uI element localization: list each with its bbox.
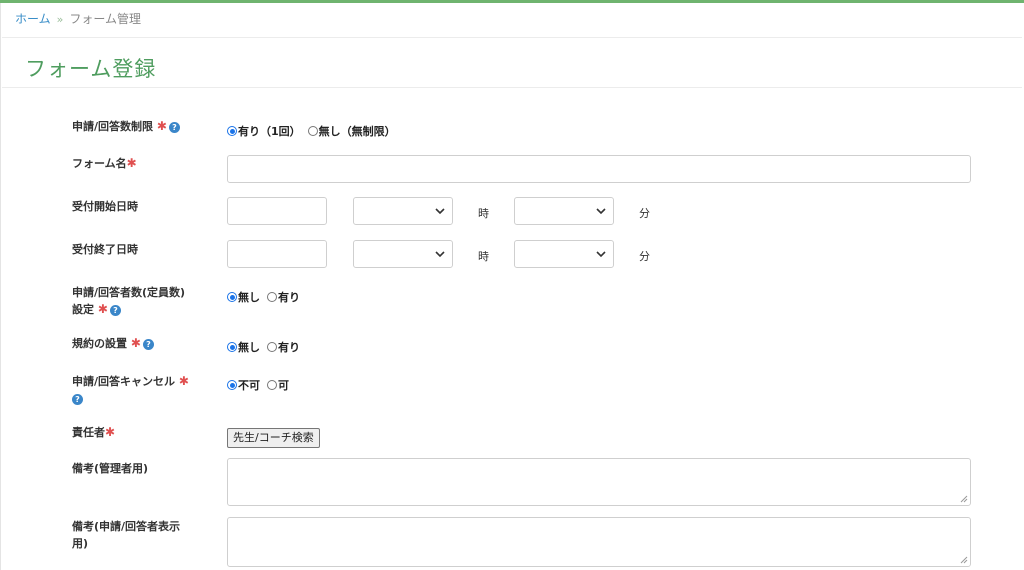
chevron-down-icon: [596, 208, 606, 215]
cancel-option-yes[interactable]: 可: [267, 377, 289, 393]
radio-selected-icon[interactable]: [227, 380, 237, 390]
end-hour-unit: 時: [478, 250, 489, 263]
start-minute-select[interactable]: [514, 197, 614, 225]
capacity-option-yes[interactable]: 有り: [267, 289, 300, 305]
required-icon: ✱: [105, 425, 116, 439]
capacity-option-none[interactable]: 無し: [227, 289, 260, 305]
form-page: ホーム » フォーム管理 フォーム登録 申請/回答数制限 ✱? 有り（1回） 無し（…: [0, 3, 1022, 570]
help-icon[interactable]: ?: [142, 339, 154, 350]
radio-unselected-icon[interactable]: [267, 292, 277, 302]
terms-label-text: 規約の設置: [72, 337, 127, 350]
start-date-input[interactable]: [227, 197, 327, 225]
note-admin-label: 備考(管理者用): [72, 462, 149, 475]
teacher-coach-search-button[interactable]: 先生/コーチ検索: [227, 428, 320, 448]
terms-option-yes-label: 有り: [278, 341, 300, 354]
terms-option-none-label: 無し: [238, 341, 260, 354]
capacity-label-line2: 設定: [72, 303, 94, 316]
capacity-option-none-label: 無し: [238, 291, 260, 304]
cancel-label: 申請/回答キャンセル ✱ ?: [72, 373, 202, 407]
radio-unselected-icon[interactable]: [267, 342, 277, 352]
radio-unselected-icon[interactable]: [267, 380, 277, 390]
help-icon[interactable]: ?: [109, 305, 121, 316]
start-hour-unit: 時: [478, 207, 489, 220]
radio-unselected-icon[interactable]: [307, 126, 318, 136]
end-date-input[interactable]: [227, 240, 327, 268]
chevron-down-icon: [596, 251, 606, 258]
breadcrumb-current: フォーム管理: [69, 12, 142, 26]
cancel-radio-group: 不可 可: [227, 377, 296, 393]
required-icon: ✱: [178, 374, 189, 388]
breadcrumb-home-link[interactable]: ホーム: [15, 12, 51, 26]
end-minute-select[interactable]: [514, 240, 614, 268]
terms-label: 規約の設置 ✱?: [72, 335, 202, 352]
chevron-down-icon: [435, 251, 445, 258]
owner-label-text: 責任者: [72, 426, 105, 439]
end-minute-unit: 分: [639, 250, 650, 263]
terms-radio-group: 無し 有り: [227, 339, 307, 355]
resize-grip-icon[interactable]: [960, 495, 968, 503]
note-public-label-line1: 備考(申請/回答者表示: [72, 520, 181, 533]
radio-selected-icon[interactable]: [227, 126, 237, 136]
limit-option-no-label: 無し（無制限）: [318, 125, 396, 138]
divider: [2, 87, 1022, 88]
page-title: フォーム登録: [25, 57, 157, 81]
cancel-option-no[interactable]: 不可: [227, 377, 260, 393]
note-public-textarea[interactable]: [227, 517, 971, 567]
required-icon: ✱: [97, 302, 108, 316]
required-icon: ✱: [130, 336, 141, 350]
cancel-option-yes-label: 可: [278, 379, 289, 392]
limit-label-text: 申請/回答数制限: [72, 120, 154, 133]
limit-option-no[interactable]: 無し（無制限）: [307, 123, 396, 139]
breadcrumb-separator-icon: »: [56, 13, 64, 26]
radio-selected-icon[interactable]: [227, 342, 237, 352]
cancel-option-no-label: 不可: [238, 379, 260, 392]
end-datetime-label: 受付終了日時: [72, 243, 138, 256]
help-icon[interactable]: ?: [168, 122, 180, 133]
owner-label: 責任者✱: [72, 424, 202, 441]
cancel-label-text: 申請/回答キャンセル: [72, 375, 176, 388]
help-icon[interactable]: ?: [72, 394, 83, 405]
terms-option-none[interactable]: 無し: [227, 339, 260, 355]
form-name-input[interactable]: [227, 155, 971, 183]
note-public-label: 備考(申請/回答者表示 用): [72, 518, 202, 552]
radio-selected-icon[interactable]: [227, 292, 237, 302]
end-hour-select[interactable]: [353, 240, 453, 268]
start-hour-select[interactable]: [353, 197, 453, 225]
note-admin-textarea[interactable]: [227, 458, 971, 506]
limit-option-yes-label: 有り（1回）: [238, 125, 301, 138]
capacity-radio-group: 無し 有り: [227, 289, 307, 305]
terms-option-yes[interactable]: 有り: [267, 339, 300, 355]
capacity-option-yes-label: 有り: [278, 291, 300, 304]
capacity-label: 申請/回答者数(定員数) 設定 ✱?: [72, 284, 202, 318]
start-datetime-label: 受付開始日時: [72, 200, 138, 213]
required-icon: ✱: [126, 156, 137, 170]
capacity-label-line1: 申請/回答者数(定員数): [72, 286, 186, 299]
form-name-label-text: フォーム名: [72, 157, 127, 170]
note-public-label-line2: 用): [72, 537, 89, 550]
limit-label: 申請/回答数制限 ✱?: [72, 118, 202, 135]
limit-option-yes[interactable]: 有り（1回）: [227, 123, 301, 139]
chevron-down-icon: [435, 208, 445, 215]
required-icon: ✱: [156, 119, 167, 133]
divider: [2, 37, 1022, 38]
limit-radio-group: 有り（1回） 無し（無制限）: [227, 123, 403, 139]
start-minute-unit: 分: [639, 207, 650, 220]
resize-grip-icon[interactable]: [960, 556, 968, 564]
breadcrumb: ホーム » フォーム管理: [15, 10, 141, 27]
form-name-label: フォーム名✱: [72, 155, 202, 172]
